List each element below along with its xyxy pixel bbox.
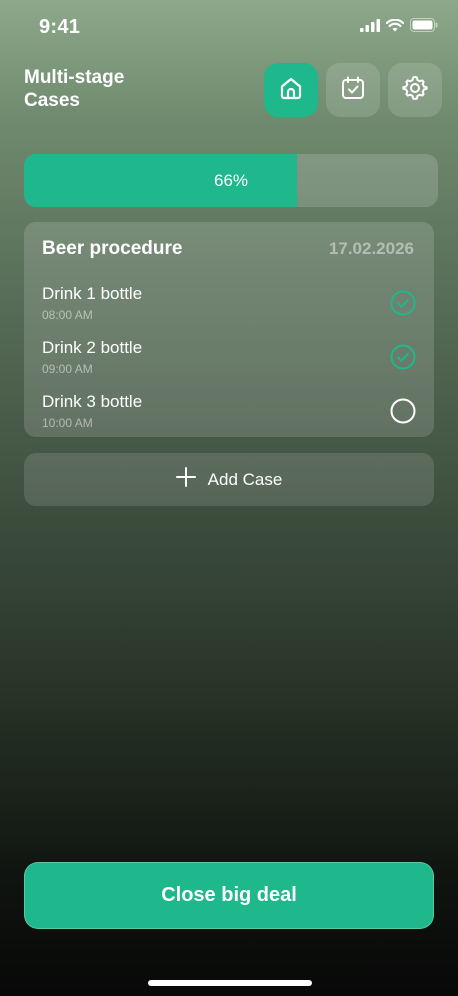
case-step[interactable]: Drink 1 bottle 08:00 AM	[42, 284, 416, 330]
plus-icon	[175, 467, 196, 492]
settings-button[interactable]	[388, 63, 442, 117]
calendar-check-icon	[339, 74, 367, 107]
step-time: 08:00 AM	[42, 308, 93, 322]
case-step[interactable]: Drink 2 bottle 09:00 AM	[42, 338, 416, 384]
step-time: 10:00 AM	[42, 416, 93, 430]
page-title: Multi-stage Cases	[24, 67, 125, 111]
case-date: 17.02.2026	[328, 239, 414, 258]
step-label: Drink 1 bottle	[42, 284, 143, 303]
add-case-button[interactable]: Add Case	[24, 453, 434, 506]
cellular-signal-icon	[360, 18, 380, 37]
close-big-deal-button[interactable]: Close big deal	[24, 862, 434, 929]
status-icons	[360, 18, 438, 37]
progress-label: 66%	[213, 170, 249, 190]
status-time: 9:41	[39, 16, 81, 38]
check-done-icon[interactable]	[390, 344, 416, 370]
check-empty-icon[interactable]	[390, 398, 416, 424]
case-title: Beer procedure	[42, 238, 183, 259]
home-indicator	[148, 980, 312, 986]
progress-bar: 66%	[24, 154, 438, 207]
step-time: 09:00 AM	[42, 362, 93, 376]
wifi-icon	[385, 18, 405, 37]
case-card[interactable]: Beer procedure 17.02.2026 Drink 1 bottle…	[24, 222, 434, 437]
gear-icon	[401, 74, 429, 107]
add-case-label: Add Case	[207, 469, 283, 489]
check-done-icon[interactable]	[390, 290, 416, 316]
battery-icon	[410, 18, 438, 37]
calendar-button[interactable]	[326, 63, 380, 117]
step-label: Drink 3 bottle	[42, 392, 143, 411]
case-step[interactable]: Drink 3 bottle 10:00 AM	[42, 392, 416, 438]
home-button[interactable]	[264, 63, 318, 117]
home-icon	[277, 74, 305, 107]
step-label: Drink 2 bottle	[42, 338, 143, 357]
status-bar: 9:41	[0, 0, 458, 54]
